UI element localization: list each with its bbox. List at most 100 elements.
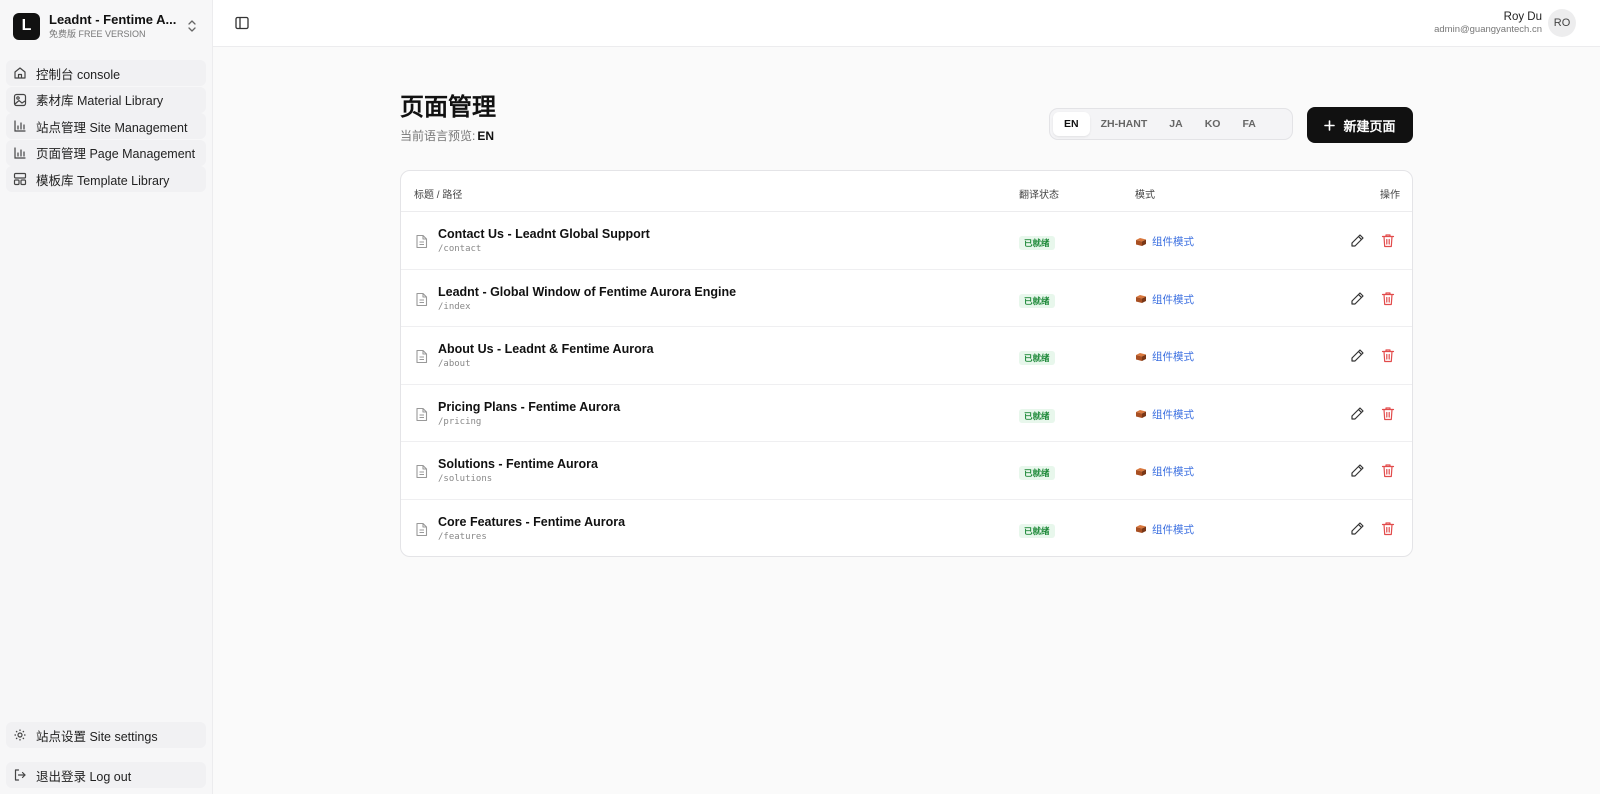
- sidebar-item-site-settings[interactable]: 站点设置 Site settings: [6, 722, 206, 748]
- page-title-cell: Leadnt - Global Window of Fentime Aurora…: [438, 284, 737, 299]
- sidebar-item-label: 模板库 Template Library: [36, 173, 170, 188]
- logout-button[interactable]: 退出登录 Log out: [6, 762, 206, 788]
- bar-chart-icon: [14, 120, 26, 132]
- trash-icon[interactable]: [1381, 291, 1395, 306]
- sidebar-item-site-management[interactable]: 站点管理 Site Management: [6, 113, 206, 140]
- document-icon: [416, 234, 428, 249]
- brand-text: Leadnt - Fentime A... 免费版 FREE VERSION: [49, 12, 186, 40]
- sidebar-item-label: 站点设置 Site settings: [36, 729, 158, 744]
- brick-icon: [1136, 295, 1146, 303]
- sidebar-item-material-library[interactable]: 素材库 Material Library: [6, 86, 206, 113]
- sidebar-item-label: 页面管理 Page Management: [36, 147, 196, 162]
- tab-language-ja[interactable]: JA: [1158, 112, 1193, 136]
- new-page-label: 新建页面: [1343, 118, 1396, 134]
- table-row[interactable]: About Us - Leadnt & Fentime Aurora /abou…: [401, 327, 1412, 385]
- sidebar-nav: 控制台 console 素材库 Material Library 站点管理 Si…: [6, 60, 206, 193]
- document-icon: [416, 292, 428, 306]
- edit-icon[interactable]: [1350, 463, 1365, 478]
- edit-icon[interactable]: [1350, 348, 1365, 363]
- language-switcher: EN ZH-HANT JA KO FA: [1049, 108, 1293, 140]
- page-title-cell: Solutions - Fentime Aurora: [438, 457, 598, 471]
- mode-link[interactable]: 组件模式: [1135, 234, 1194, 249]
- mode-link[interactable]: 组件模式: [1135, 349, 1194, 364]
- sidebar-item-label: 素材库 Material Library: [36, 94, 164, 109]
- tab-language-en[interactable]: EN: [1053, 112, 1090, 136]
- mode-link[interactable]: 组件模式: [1135, 407, 1194, 422]
- tab-language-ko[interactable]: KO: [1194, 112, 1232, 136]
- bar-chart-icon: [14, 147, 26, 159]
- edit-icon[interactable]: [1350, 406, 1365, 421]
- language-preview-value: EN: [477, 129, 495, 143]
- page-title-cell: Pricing Plans - Fentime Aurora: [438, 399, 621, 414]
- mode-label: 组件模式: [1152, 236, 1194, 248]
- tab-language-fa[interactable]: FA: [1231, 112, 1266, 136]
- avatar[interactable]: RO: [1548, 9, 1576, 37]
- language-preview-label: 当前语言预览:: [400, 129, 476, 143]
- status-badge: 已就绪: [1019, 236, 1055, 250]
- brick-icon: [1136, 237, 1146, 246]
- document-icon: [416, 464, 428, 479]
- page-title-cell: Core Features - Fentime Aurora: [438, 514, 626, 529]
- trash-icon[interactable]: [1381, 463, 1395, 478]
- image-icon: [13, 93, 27, 106]
- table-row[interactable]: Contact Us - Leadnt Global Support /cont…: [401, 212, 1412, 270]
- brick-icon: [1136, 525, 1146, 533]
- plan-label: 免费版 FREE VERSION: [49, 29, 146, 39]
- page-path-cell: /solutions: [438, 474, 493, 484]
- table-row[interactable]: Core Features - Fentime Aurora /features…: [401, 500, 1412, 557]
- sidebar-toggle-icon[interactable]: [233, 14, 251, 32]
- status-badge: 已就绪: [1019, 523, 1055, 538]
- mode-link[interactable]: 组件模式: [1135, 464, 1194, 479]
- status-badge: 已就绪: [1019, 293, 1055, 308]
- mode-link[interactable]: 组件模式: [1135, 522, 1194, 537]
- edit-icon[interactable]: [1350, 291, 1365, 306]
- mode-label: 组件模式: [1152, 408, 1194, 421]
- user-email: admin@guangyantech.cn: [1434, 24, 1542, 35]
- page-title-cell: Contact Us - Leadnt Global Support: [438, 227, 650, 241]
- sidebar-item-label: 控制台 console: [36, 67, 121, 82]
- mode-link[interactable]: 组件模式: [1135, 292, 1194, 307]
- document-icon: [416, 522, 428, 536]
- page-path-cell: /pricing: [438, 416, 482, 427]
- sidebar-item-page-management[interactable]: 页面管理 Page Management: [6, 139, 206, 166]
- language-preview: 当前语言预览: EN: [400, 127, 494, 144]
- mode-label: 组件模式: [1152, 293, 1194, 306]
- edit-icon[interactable]: [1350, 521, 1365, 536]
- brick-icon: [1136, 410, 1146, 418]
- document-icon: [416, 349, 428, 364]
- mode-label: 组件模式: [1152, 466, 1194, 478]
- trash-icon[interactable]: [1381, 521, 1395, 536]
- brick-icon: [1136, 467, 1146, 476]
- sidebar: L Leadnt - Fentime A... 免费版 FREE VERSION…: [0, 0, 213, 794]
- page-path-cell: /about: [438, 359, 471, 369]
- status-badge: 已就绪: [1019, 408, 1055, 423]
- trash-icon[interactable]: [1381, 406, 1395, 421]
- table-row[interactable]: Pricing Plans - Fentime Aurora /pricing …: [401, 385, 1412, 442]
- mode-label: 组件模式: [1152, 351, 1194, 363]
- table-row[interactable]: Leadnt - Global Window of Fentime Aurora…: [401, 270, 1412, 327]
- new-page-button[interactable]: 新建页面: [1307, 107, 1413, 143]
- edit-icon[interactable]: [1350, 233, 1365, 248]
- page-path-cell: /index: [438, 301, 471, 312]
- top-bar: Roy Du admin@guangyantech.cn RO: [213, 0, 1600, 47]
- table-header: 标题 / 路径 翻译状态 模式 操作: [401, 171, 1412, 212]
- trash-icon[interactable]: [1381, 233, 1395, 248]
- site-switcher[interactable]: L Leadnt - Fentime A... 免费版 FREE VERSION: [6, 6, 206, 46]
- chevrons-up-down-icon: [188, 20, 196, 32]
- gear-icon: [14, 729, 26, 741]
- sidebar-item-template-library[interactable]: 模板库 Template Library: [6, 166, 206, 193]
- brick-icon: [1136, 352, 1146, 361]
- layout-icon: [13, 173, 27, 186]
- column-status: 翻译状态: [1019, 190, 1059, 201]
- page-path-cell: /features: [438, 531, 487, 542]
- table-row[interactable]: Solutions - Fentime Aurora /solutions 已就…: [401, 442, 1412, 500]
- document-icon: [416, 407, 428, 421]
- sidebar-item-console[interactable]: 控制台 console: [6, 60, 206, 86]
- mode-label: 组件模式: [1152, 523, 1194, 536]
- table-body: Contact Us - Leadnt Global Support /cont…: [401, 212, 1412, 557]
- user-info: Roy Du admin@guangyantech.cn: [1434, 10, 1542, 36]
- user-name: Roy Du: [1503, 11, 1542, 23]
- tab-language-zh-hant[interactable]: ZH-HANT: [1090, 112, 1159, 136]
- pages-table: 标题 / 路径 翻译状态 模式 操作 Contact Us - Leadnt G…: [400, 170, 1413, 557]
- trash-icon[interactable]: [1381, 348, 1395, 363]
